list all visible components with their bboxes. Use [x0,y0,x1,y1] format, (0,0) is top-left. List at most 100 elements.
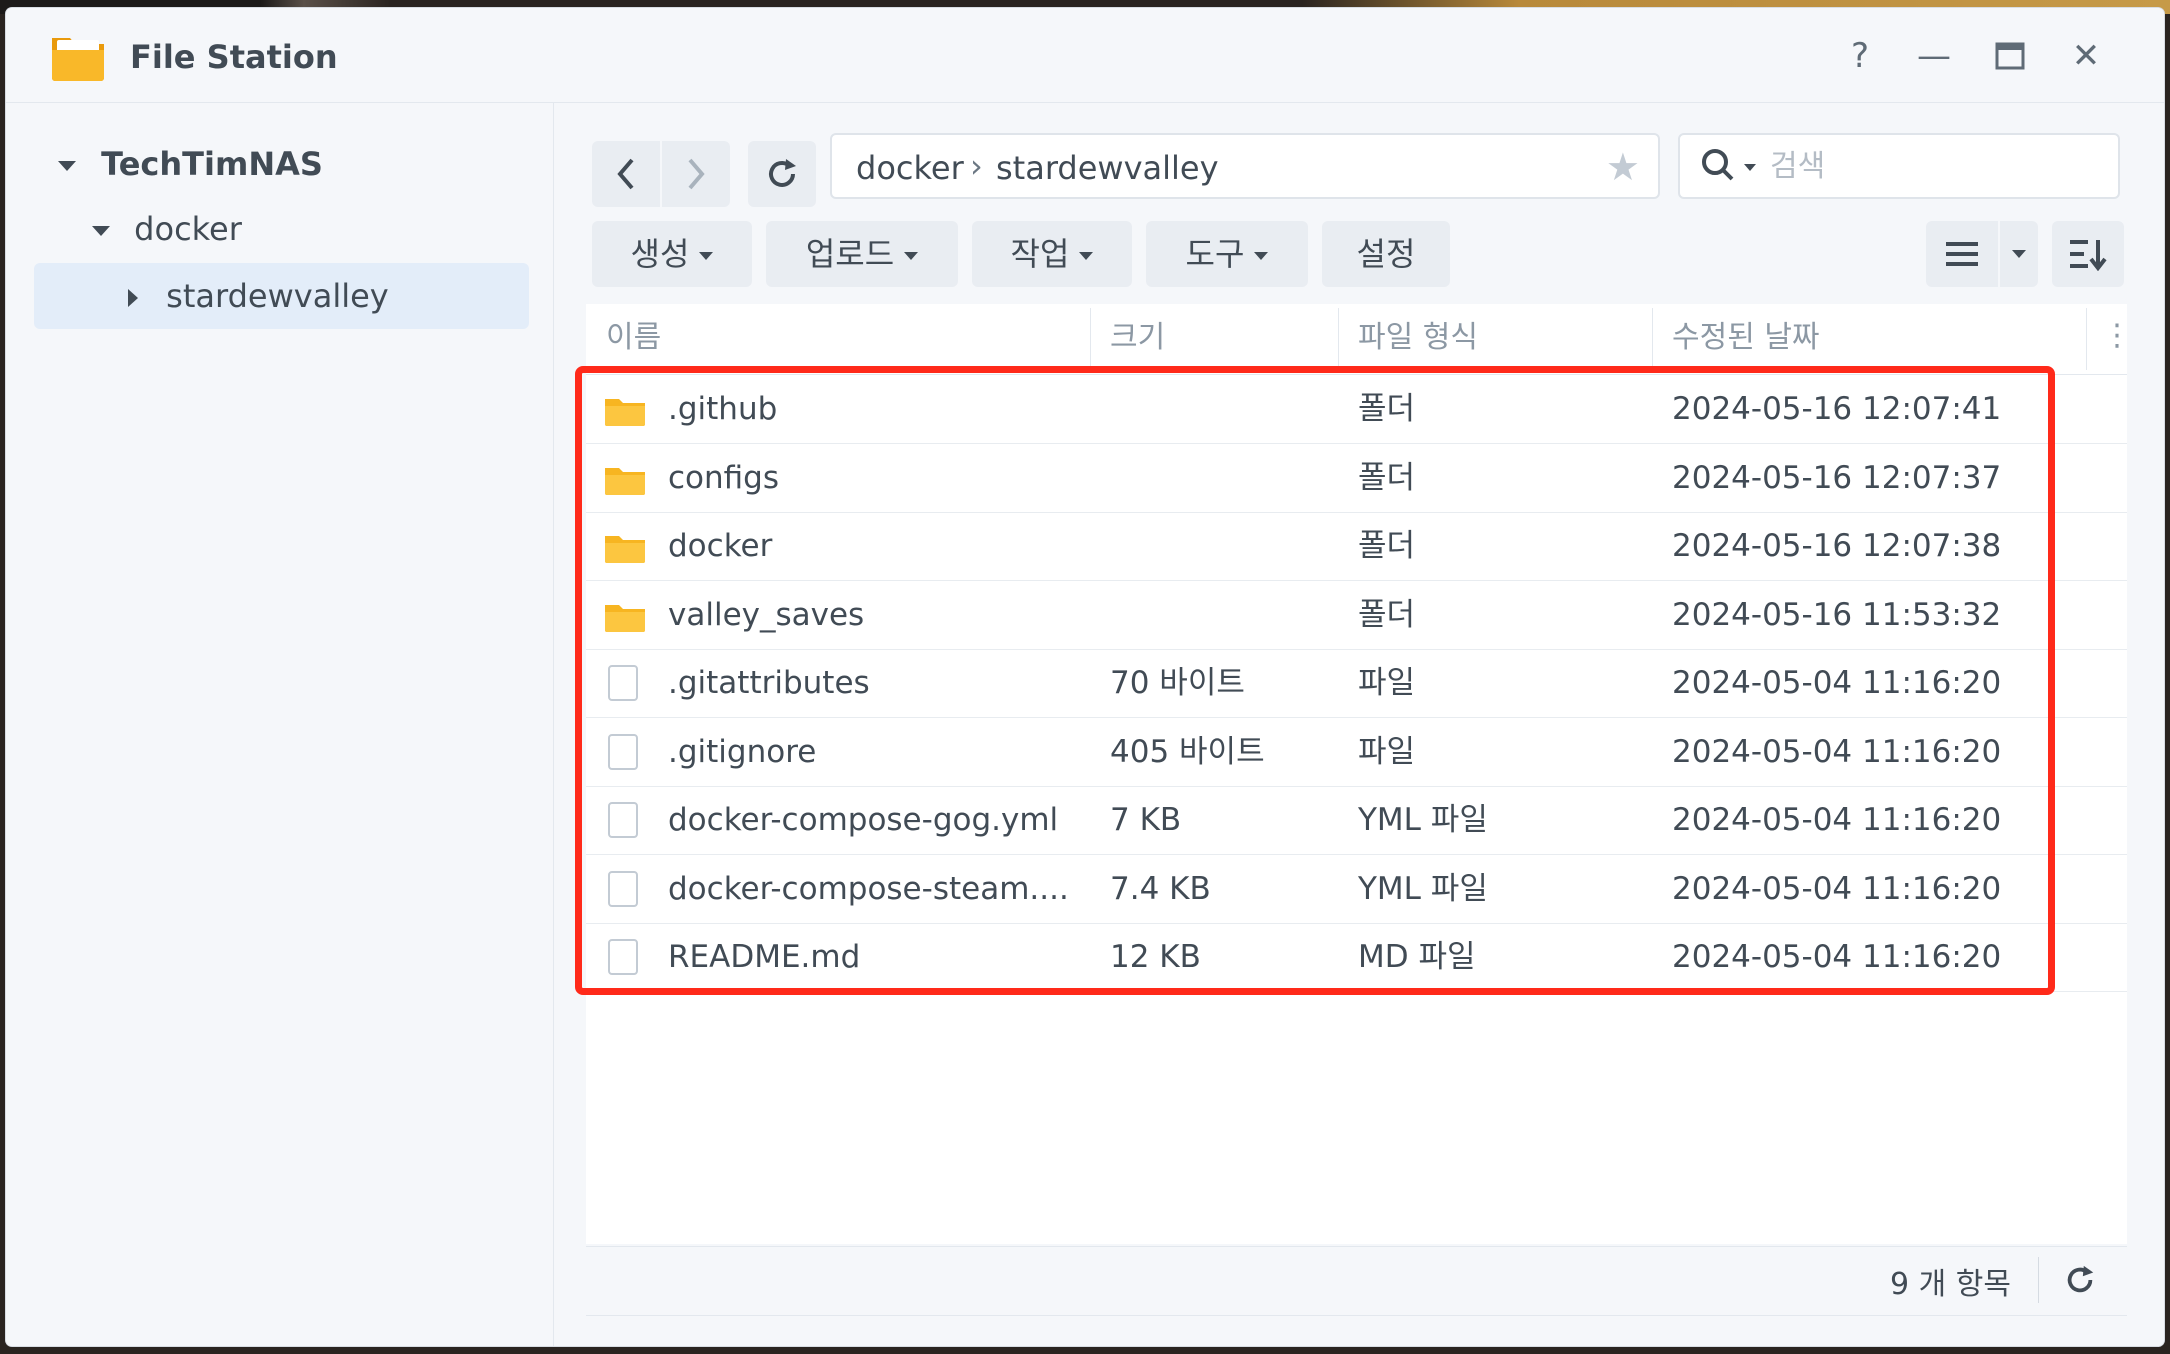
tree-item-techtimnas[interactable]: TechTimNAS [58,133,323,195]
table-row[interactable]: docker-compose-gog.yml 7 KB YML 파일 2024-05-… [586,786,2127,855]
file-size: 12 KB [1110,939,1201,975]
refresh-button[interactable] [748,141,816,207]
upload-button[interactable]: 업로드 [766,221,958,287]
list-view-icon [1946,242,1978,266]
search-options-caret-icon[interactable] [1744,164,1756,171]
file-modified: 2024-05-04 11:16:20 [1672,665,2002,701]
close-button[interactable]: ✕ [2066,36,2106,76]
expand-arrow-icon[interactable] [92,226,110,236]
column-divider[interactable] [2086,308,2087,370]
list-view-button[interactable] [1926,221,1998,287]
folder-icon [605,467,645,495]
column-divider[interactable] [1652,308,1653,370]
file-type: MD 파일 [1358,939,1476,975]
upload-button-label: 업로드 [805,235,895,273]
chevron-right-icon [688,158,705,190]
file-size: 7 KB [1110,802,1182,838]
file-name: docker-compose-steam.... [668,870,1069,907]
action-button[interactable]: 작업 [972,221,1132,287]
refresh-icon [769,159,796,187]
file-name: .gitattributes [668,665,870,701]
table-row[interactable]: .gitignore 405 바이트 파일 2024-05-04 11:16:20 [586,718,2127,787]
file-name: .github [668,391,778,427]
settings-button-label: 설정 [1356,235,1416,273]
file-icon [608,802,638,838]
table-row[interactable]: .gitattributes 70 바이트 파일 2024-05-04 11:16:2… [586,649,2127,718]
search-icon[interactable] [1700,147,1740,187]
file-modified: 2024-05-04 11:16:20 [1672,733,2002,770]
file-icon [608,665,638,701]
tools-button[interactable]: 도구 [1146,221,1308,287]
window-title: File Station [130,38,338,76]
forward-button[interactable] [662,141,730,207]
path-bar[interactable]: docker › stardewvalley ★ [830,133,1660,199]
list-header: 이름 크기 파일 형식 수정된 날짜 ⋮ [586,304,2132,375]
chevron-down-icon [2012,250,2026,258]
favorite-star-icon[interactable]: ★ [1606,145,1640,189]
dropdown-caret-icon [1079,252,1094,260]
maximize-button[interactable] [1990,36,2030,76]
file-icon [608,939,638,975]
search-input[interactable] [1768,145,2102,187]
table-row[interactable]: README.md 12 KB MD 파일 2024-05-04 11:16:20 [586,923,2127,992]
tree-item-stardewvalley-label-row[interactable]: stardewvalley [128,265,389,327]
file-size: 70 바이트 [1110,665,1245,701]
file-type: 폴더 [1358,391,1416,427]
maximize-icon [1995,42,2025,70]
file-name: docker [668,528,773,564]
chevron-left-icon [617,158,634,190]
file-icon [608,733,638,770]
table-row[interactable]: docker-compose-steam.... 7.4 KB YML 파일 2024… [586,855,2127,924]
sort-button[interactable] [2052,221,2124,287]
settings-button[interactable]: 설정 [1322,221,1450,287]
view-options-button[interactable] [2000,221,2038,287]
status-bar: 9 개 항목 [586,1246,2127,1316]
file-type: YML 파일 [1358,870,1488,907]
file-list: 이름 크기 파일 형식 수정된 날짜 ⋮ .github 폴더 2024-05-16… [586,304,2132,1244]
file-modified: 2024-05-16 12:07:41 [1672,391,2002,427]
action-button-label: 작업 [1010,235,1070,273]
file-type: 폴더 [1358,596,1416,633]
back-button[interactable] [592,141,660,207]
file-name: configs [668,459,780,496]
table-row[interactable]: .github 폴더 2024-05-16 12:07:41 [586,375,2127,444]
breadcrumb-stardewvalley[interactable]: stardewvalley [996,149,1219,187]
dropdown-caret-icon [904,252,919,260]
expand-arrow-icon[interactable] [58,161,76,171]
create-button[interactable]: 생성 [592,221,752,287]
column-header-modified[interactable]: 수정된 날짜 [1672,318,1820,358]
file-modified: 2024-05-16 12:07:38 [1672,528,2002,564]
title-bar: File Station ? — ✕ [6,8,2164,103]
file-type: 파일 [1358,665,1416,701]
table-row[interactable]: configs 폴더 2024-05-16 12:07:37 [586,444,2127,513]
file-modified: 2024-05-16 12:07:37 [1672,459,2002,496]
search-box[interactable] [1678,133,2120,199]
file-type: 폴더 [1358,528,1416,564]
column-header-size[interactable]: 크기 [1110,318,1165,358]
table-row[interactable]: valley_saves 폴더 2024-05-16 11:53:32 [586,581,2127,650]
breadcrumb-docker[interactable]: docker [856,149,964,187]
item-count: 9 개 항목 [1890,1267,2011,1302]
dropdown-caret-icon [1254,252,1269,260]
column-divider[interactable] [1090,308,1091,370]
tree-item-label: stardewvalley [166,277,389,315]
file-size [1110,444,1330,512]
file-type: 폴더 [1358,459,1416,496]
refresh-icon[interactable] [2063,1263,2097,1297]
folder-icon [605,604,645,632]
file-name: .gitignore [668,733,817,770]
column-header-name[interactable]: 이름 [606,318,661,358]
tree-item-docker[interactable]: docker [92,198,242,260]
table-row[interactable]: docker 폴더 2024-05-16 12:07:38 [586,512,2127,581]
file-name: README.md [668,939,861,975]
minimize-button[interactable]: — [1914,36,1954,76]
help-button[interactable]: ? [1840,36,1880,76]
file-size [1110,581,1330,649]
column-options-icon[interactable]: ⋮ [2102,318,2132,353]
column-header-type[interactable]: 파일 형식 [1358,318,1478,358]
file-modified: 2024-05-04 11:16:20 [1672,802,2002,838]
column-divider[interactable] [1338,308,1339,370]
collapse-arrow-icon[interactable] [128,289,138,307]
file-type: 파일 [1358,733,1416,770]
file-modified: 2024-05-16 11:53:32 [1672,596,2002,633]
